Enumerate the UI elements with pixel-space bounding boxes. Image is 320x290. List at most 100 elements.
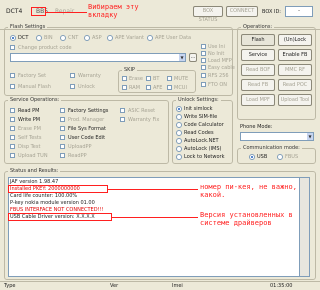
- operations-title: Operations:: [243, 24, 273, 30]
- autolock-net-radio[interactable]: [176, 138, 182, 144]
- skip-erase-label: Erase: [129, 76, 143, 82]
- read-fb-button[interactable]: Read FB: [241, 79, 275, 91]
- connect-button[interactable]: CONNECT: [226, 6, 258, 17]
- box-status-button[interactable]: BOX STATUS: [193, 6, 223, 23]
- disp-test-checkbox[interactable]: [10, 144, 15, 149]
- code-calculator-radio[interactable]: [176, 122, 182, 128]
- upload-tun-checkbox[interactable]: [10, 153, 15, 158]
- change-product-code-checkbox[interactable]: [10, 45, 15, 50]
- user-code-edit-label: User Code Edit: [68, 135, 106, 141]
- warranty-fix-label: Warranty Fix: [128, 117, 160, 123]
- self-tests-label: Self Tests: [18, 135, 42, 141]
- readpp-checkbox[interactable]: [60, 153, 65, 158]
- write-pm-label: Write PM: [18, 117, 41, 123]
- easy-cable-checkbox[interactable]: [201, 65, 206, 70]
- radio-dct-label: DCT: [18, 35, 29, 41]
- radio-ape-variant[interactable]: [107, 35, 113, 41]
- product-code-combo-arrow-icon[interactable]: ▼: [179, 54, 185, 61]
- flash-button[interactable]: Flash: [241, 34, 275, 46]
- skip-bt-label: BT: [153, 76, 160, 82]
- driver-highlight-box: [8, 213, 112, 221]
- annotation-tab-arrow: [46, 12, 87, 13]
- unlock-button[interactable]: (Un)Lock: [278, 34, 312, 46]
- product-code-browse-button[interactable]: …: [189, 53, 197, 62]
- lock-to-network-radio[interactable]: [176, 154, 182, 160]
- radio-asp[interactable]: [84, 35, 90, 41]
- radio-bin[interactable]: [36, 35, 42, 41]
- write-sim-file-radio[interactable]: [176, 114, 182, 120]
- status-results-title: Status and Results:: [10, 168, 59, 174]
- user-code-edit-checkbox[interactable]: [60, 135, 65, 140]
- read-codes-radio[interactable]: [176, 130, 182, 136]
- asic-reset-checkbox[interactable]: [120, 108, 125, 113]
- manual-flash-checkbox[interactable]: [10, 84, 15, 89]
- upload-tool-button[interactable]: Upload Tool: [278, 94, 312, 106]
- warranty-fix-checkbox[interactable]: [120, 117, 125, 122]
- code-calculator-label: Code Calculator: [184, 122, 224, 128]
- file-sys-format-label: File Sys Format: [68, 126, 106, 132]
- flash-settings-title: Flash Settings: [10, 24, 46, 30]
- self-tests-checkbox[interactable]: [10, 135, 15, 140]
- fbus-radio[interactable]: [277, 154, 283, 160]
- log-line: Card life counter: 100.00%: [10, 193, 78, 199]
- rfs-pm-checkbox[interactable]: [201, 73, 206, 78]
- change-product-code-label: Change product code: [18, 45, 72, 51]
- mmc-rf-button[interactable]: MMC RF: [278, 64, 312, 76]
- no-init-checkbox[interactable]: [201, 51, 206, 56]
- product-code-combo[interactable]: [10, 53, 186, 62]
- prod-manager-checkbox[interactable]: [60, 117, 65, 122]
- skip-title: SKIP: [124, 67, 135, 73]
- skip-mute-checkbox[interactable]: [167, 76, 172, 81]
- skip-mcui-label: MCUI: [174, 85, 187, 91]
- asic-reset-label: ASIC Reset: [128, 108, 156, 114]
- upload-tun-label: Upload TUN: [18, 153, 48, 159]
- skip-mute-label: MUTE: [174, 76, 189, 82]
- read-pm-checkbox[interactable]: [10, 108, 15, 113]
- service-button[interactable]: Service: [241, 49, 275, 61]
- readpp-label: ReadPP: [68, 153, 87, 159]
- pkey-highlight-box: [8, 185, 108, 193]
- read-bof-button[interactable]: Read BOF: [241, 64, 275, 76]
- no-init-label: No Init: [208, 51, 225, 57]
- radio-dct[interactable]: [10, 35, 16, 41]
- annotation-driver: Версия установленных в системе драйверов: [200, 211, 293, 227]
- log-line: P-key nokia module version 01.00: [10, 200, 95, 206]
- easy-cable-label: Easy cable: [208, 65, 235, 71]
- autolock-ims-label: AutoLock (IMS): [184, 146, 222, 152]
- skip-afe-checkbox[interactable]: [146, 85, 151, 90]
- radio-ape-user-data[interactable]: [147, 35, 153, 41]
- erase-pm-checkbox[interactable]: [10, 126, 15, 131]
- uploadpp-checkbox[interactable]: [60, 144, 65, 149]
- unlock-checkbox[interactable]: [70, 84, 75, 89]
- init-simlock-radio[interactable]: [176, 106, 182, 112]
- skip-ram-label: RAM: [129, 85, 141, 91]
- phone-mode-arrow-icon[interactable]: ▼: [307, 133, 313, 140]
- skip-bt-checkbox[interactable]: [146, 76, 151, 81]
- radio-cnt[interactable]: [60, 35, 66, 41]
- annotation-tab: Вибираем эту вкладку: [88, 3, 139, 19]
- enable-fb-button[interactable]: Enable FB: [278, 49, 312, 61]
- warranty-label: Warranty: [78, 73, 101, 79]
- tab-highlight-box: [31, 7, 46, 16]
- skip-erase-checkbox[interactable]: [122, 76, 127, 81]
- file-sys-format-checkbox[interactable]: [60, 126, 65, 131]
- phone-mode-select[interactable]: [240, 132, 314, 141]
- fto-on-label: FTO ON: [208, 82, 228, 88]
- load-mpf-button[interactable]: Load MPF: [241, 94, 275, 106]
- load-mfp-checkbox[interactable]: [201, 58, 206, 63]
- read-poc-button[interactable]: Read POC: [278, 79, 312, 91]
- tab-dct4[interactable]: DCT4: [6, 8, 22, 15]
- unlock-label: Unlock: [78, 84, 95, 90]
- box-id-label: BOX ID:: [262, 9, 281, 15]
- skip-mcui-checkbox[interactable]: [167, 85, 172, 90]
- write-pm-checkbox[interactable]: [10, 117, 15, 122]
- use-ini-checkbox[interactable]: [201, 44, 206, 49]
- radio-asp-label: ASP: [92, 35, 102, 41]
- warranty-checkbox[interactable]: [70, 73, 75, 78]
- factory-set-checkbox[interactable]: [10, 73, 15, 78]
- skip-ram-checkbox[interactable]: [122, 85, 127, 90]
- usb-radio[interactable]: [249, 154, 255, 160]
- fto-on-checkbox[interactable]: [201, 82, 206, 87]
- autolock-ims-radio[interactable]: [176, 146, 182, 152]
- factory-settings-checkbox[interactable]: [60, 108, 65, 113]
